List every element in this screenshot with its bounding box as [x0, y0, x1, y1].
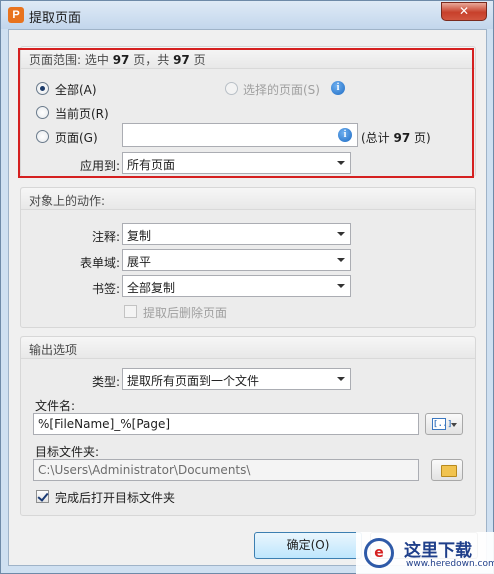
chevron-down-icon [451, 423, 457, 427]
output-type-select[interactable]: 提取所有页面到一个文件 [122, 368, 351, 390]
watermark-url: www.heredown.com [406, 559, 494, 569]
object-actions-title: 对象上的动作: [29, 194, 106, 208]
title-bar[interactable]: P 提取页面 ✕ [1, 1, 493, 29]
output-options-title: 输出选项 [29, 343, 78, 357]
chevron-down-icon [337, 258, 345, 262]
output-type-label: 类型: [92, 375, 121, 389]
chevron-down-icon [337, 284, 345, 288]
form-fields-select[interactable]: 展平 [122, 249, 351, 271]
window-title: 提取页面 [29, 11, 82, 26]
target-folder-input[interactable]: C:\Users\Administrator\Documents\ [33, 459, 419, 481]
ok-button[interactable]: 确定(O) [254, 532, 362, 559]
variable-icon: [..] [432, 418, 453, 430]
open-folder-after-checkbox[interactable] [36, 490, 49, 503]
folder-icon [441, 465, 457, 477]
watermark-text: 这里下载 [404, 541, 472, 561]
bookmarks-select[interactable]: 全部复制 [122, 275, 351, 297]
close-button[interactable]: ✕ [441, 2, 487, 21]
chevron-down-icon [337, 232, 345, 236]
app-logo-icon: P [8, 7, 24, 23]
form-fields-label: 表单域: [80, 256, 121, 270]
filename-label: 文件名: [35, 399, 76, 413]
object-actions-group: 对象上的动作: 注释: 复制 表单域: 展平 书签: 全部复制 提取后删除页面 [20, 187, 476, 328]
delete-after-extract-checkbox[interactable] [124, 305, 137, 318]
filename-input[interactable]: %[FileName]_%[Page] [33, 413, 419, 435]
insert-variable-button[interactable]: [..] [425, 413, 463, 435]
chevron-down-icon [337, 377, 345, 381]
object-actions-header: 对象上的动作: [21, 188, 475, 210]
target-folder-label: 目标文件夹: [35, 445, 100, 459]
output-options-group: 输出选项 类型: 提取所有页面到一个文件 文件名: %[FileName]_%[… [20, 336, 476, 516]
page-range-highlight [18, 48, 474, 178]
browse-folder-button[interactable] [431, 459, 463, 481]
output-options-header: 输出选项 [21, 337, 475, 359]
delete-after-extract-label[interactable]: 提取后删除页面 [143, 304, 227, 321]
watermark-logo: e [364, 538, 394, 568]
extract-pages-dialog: P 提取页面 ✕ 页面范围: 选中 97 页，共 97 页 全部(A) 选择的页… [0, 0, 494, 574]
bookmarks-label: 书签: [92, 282, 121, 296]
open-folder-after-label[interactable]: 完成后打开目标文件夹 [55, 489, 175, 506]
site-watermark: e 这里下载 www.heredown.com [356, 532, 494, 574]
annotations-label: 注释: [92, 230, 121, 244]
annotations-select[interactable]: 复制 [122, 223, 351, 245]
